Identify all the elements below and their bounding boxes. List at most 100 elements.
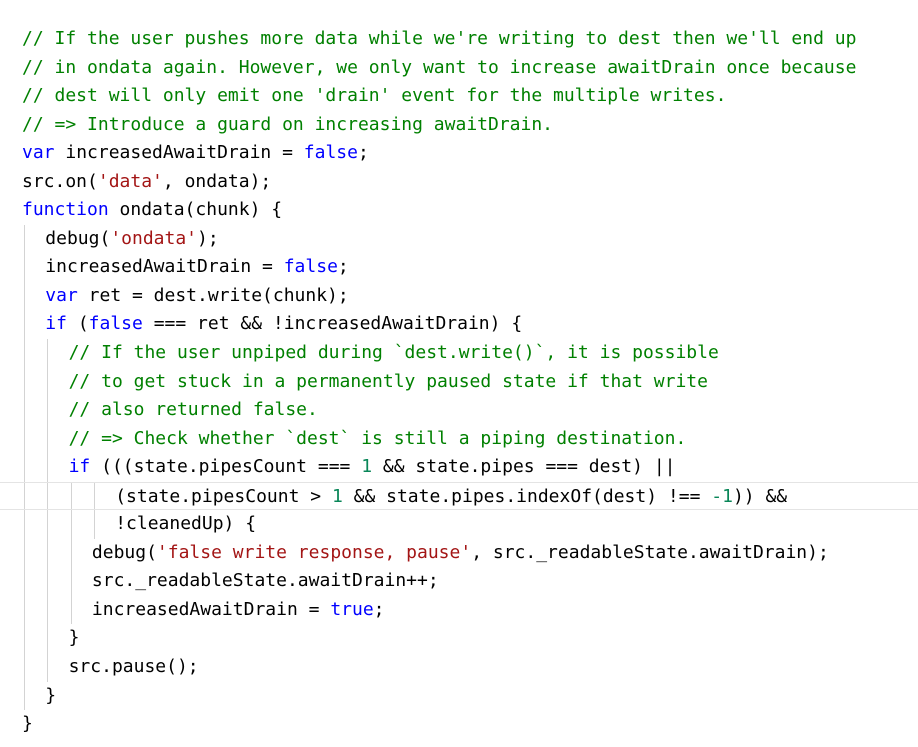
code-token-string: 'data': [97, 170, 163, 192]
indent-guide: [24, 510, 25, 539]
code-token-comment: // also returned false.: [68, 399, 318, 421]
code-line[interactable]: }: [0, 710, 918, 739]
code-token-plain: debug(: [91, 541, 157, 563]
indent-guide: [47, 567, 49, 596]
code-token-plain: ;: [373, 598, 385, 620]
indent-guide: [93, 510, 95, 539]
indent-guide: [47, 396, 49, 425]
code-token-plain: src.pause();: [68, 656, 199, 678]
code-line[interactable]: function ondata(chunk) {: [0, 196, 918, 225]
code-token-plain: increasedAwaitDrain =: [45, 256, 284, 278]
code-text: src.pause();: [69, 656, 199, 677]
code-line[interactable]: var increasedAwaitDrain = false;: [0, 139, 918, 168]
code-text: function ondata(chunk) {: [22, 199, 282, 220]
code-text: // => Introduce a guard on increasing aw…: [22, 114, 553, 135]
indent-guide: [24, 224, 25, 254]
code-text: // dest will only emit one 'drain' event…: [22, 85, 726, 106]
code-line[interactable]: if (false === ret && !increasedAwaitDrai…: [0, 310, 918, 340]
code-line[interactable]: var ret = dest.write(chunk);: [0, 281, 918, 311]
indent-guide: [47, 595, 49, 625]
code-line[interactable]: // => Introduce a guard on increasing aw…: [0, 111, 918, 140]
code-editor[interactable]: // If the user pushes more data while we…: [0, 0, 918, 747]
code-token-keyword: true: [330, 598, 374, 620]
indent-guide: [24, 253, 25, 282]
indent-guide: [70, 510, 72, 539]
indent-guide: [24, 339, 25, 368]
code-line[interactable]: // in ondata again. However, we only wan…: [0, 54, 918, 83]
indent-guide: [47, 653, 49, 682]
code-text: debug('false write response, pause', src…: [92, 542, 829, 563]
code-text: (state.pipesCount > 1 && state.pipes.ind…: [115, 486, 787, 507]
code-line[interactable]: increasedAwaitDrain = false;: [0, 253, 918, 282]
indent-guide: [93, 482, 95, 510]
code-text: if (((state.pipesCount === 1 && state.pi…: [69, 456, 676, 477]
code-text: !cleanedUp) {: [115, 513, 256, 534]
code-token-number: -1: [711, 485, 733, 507]
code-token-plain: increasedAwaitDrain =: [91, 598, 331, 620]
code-token-comment: // to get stuck in a permanently paused …: [68, 370, 708, 392]
code-token-number: 1: [331, 485, 343, 507]
indent-guide: [47, 453, 49, 482]
indent-guide: [47, 367, 49, 397]
code-text: // in ondata again. However, we only wan…: [22, 57, 856, 78]
code-token-keyword: var: [45, 284, 78, 306]
code-token-comment: // If the user pushes more data while we…: [22, 28, 857, 49]
indent-guide: [70, 538, 72, 568]
code-token-plain: , ondata);: [162, 170, 272, 192]
indent-guide: [70, 482, 72, 510]
code-line[interactable]: src.pause();: [0, 653, 918, 682]
code-token-keyword: if: [68, 456, 91, 478]
code-line[interactable]: !cleanedUp) {: [0, 510, 918, 539]
indent-guide: [47, 482, 49, 510]
code-token-plain: src._readableState.awaitDrain++;: [91, 570, 439, 592]
indent-guide: [47, 624, 49, 654]
code-line[interactable]: }: [0, 624, 918, 654]
code-line[interactable]: src._readableState.awaitDrain++;: [0, 567, 918, 596]
code-text: debug('ondata');: [45, 228, 218, 249]
code-line[interactable]: // If the user unpiped during `dest.writ…: [0, 339, 918, 368]
indent-guide: [24, 367, 25, 397]
code-token-plain: (((state.pipesCount ===: [90, 456, 362, 478]
code-token-string: 'false write response, pause': [156, 541, 472, 563]
code-token-comment: // If the user unpiped during `dest.writ…: [68, 342, 719, 364]
code-line[interactable]: // => Check whether `dest` is still a pi…: [0, 424, 918, 454]
code-text: var increasedAwaitDrain = false;: [22, 142, 369, 163]
code-line[interactable]: // to get stuck in a permanently paused …: [0, 367, 918, 397]
code-token-comment: // in ondata again. However, we only wan…: [22, 56, 857, 78]
code-line[interactable]: // also returned false.: [0, 396, 918, 425]
code-token-plain: ret = dest.write(chunk);: [77, 284, 349, 306]
indent-guide: [24, 424, 25, 454]
code-line[interactable]: // dest will only emit one 'drain' event…: [0, 82, 918, 111]
code-text: var ret = dest.write(chunk);: [45, 285, 348, 306]
code-token-plain: ;: [357, 142, 369, 164]
code-token-plain: increasedAwaitDrain =: [54, 142, 304, 164]
code-token-plain: && state.pipes.indexOf(dest) !==: [342, 485, 712, 507]
code-line[interactable]: src.on('data', ondata);: [0, 168, 918, 197]
code-token-plain: === ret && !increasedAwaitDrain) {: [142, 313, 523, 335]
code-token-keyword: false: [283, 256, 338, 278]
code-text: }: [22, 713, 33, 734]
indent-guide: [24, 681, 25, 711]
code-line[interactable]: debug('false write response, pause', src…: [0, 538, 918, 568]
code-token-plain: ondata(chunk) {: [108, 199, 283, 221]
code-token-plain: debug(: [45, 227, 111, 249]
code-text: // to get stuck in a permanently paused …: [69, 371, 708, 392]
code-text: // If the user unpiped during `dest.writ…: [69, 342, 719, 363]
code-text: src._readableState.awaitDrain++;: [92, 570, 439, 591]
indent-guide: [24, 567, 25, 596]
code-line[interactable]: // If the user pushes more data while we…: [0, 25, 918, 54]
indent-guide: [24, 396, 25, 425]
code-token-comment: // => Check whether `dest` is still a pi…: [68, 427, 687, 449]
code-token-plain: (state.pipesCount >: [115, 485, 332, 507]
indent-guide: [24, 310, 25, 340]
code-line[interactable]: if (((state.pipesCount === 1 && state.pi…: [0, 453, 918, 482]
code-line[interactable]: increasedAwaitDrain = true;: [0, 595, 918, 625]
code-line[interactable]: (state.pipesCount > 1 && state.pipes.ind…: [0, 481, 918, 511]
indent-guide: [24, 624, 25, 654]
code-token-plain: )) &&: [732, 485, 788, 507]
indent-guide: [47, 339, 49, 368]
code-line[interactable]: debug('ondata');: [0, 224, 918, 254]
code-token-plain: }: [22, 713, 33, 735]
code-token-plain: );: [197, 227, 219, 249]
code-line[interactable]: }: [0, 681, 918, 711]
